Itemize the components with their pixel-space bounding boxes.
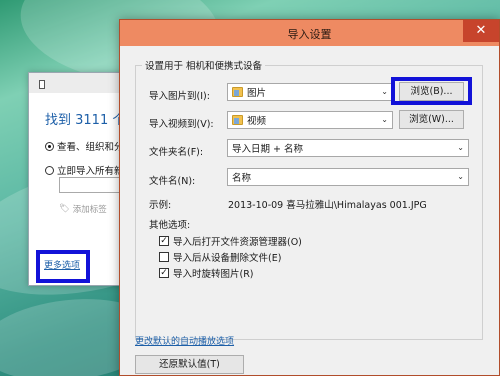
file-name-value: 名称 [232, 173, 252, 184]
settings-group-label: 设置用于 相机和便携式设备 [142, 58, 266, 72]
add-tag-label: 添加标签 [72, 205, 107, 215]
more-options-link[interactable]: 更多选项 [44, 258, 80, 271]
chevron-down-icon: ⌄ [381, 87, 388, 96]
checkbox-checked[interactable]: ✓ [159, 268, 169, 278]
browse-button-highlight [391, 77, 472, 105]
file-name-dropdown[interactable]: 名称 ⌄ [227, 168, 469, 186]
chevron-down-icon: ⌄ [381, 115, 388, 124]
document-icon [39, 80, 45, 89]
videos-folder-icon [232, 115, 243, 125]
radio-review-label: 查看、组织和分 [57, 142, 124, 153]
dialog-title: 导入设置 [287, 28, 332, 41]
found-items-text: 找到 3111 个 [45, 113, 126, 128]
add-tag-row[interactable]: 🏷 添加标签 [59, 203, 107, 215]
other-options-label: 其他选项: [149, 220, 191, 231]
chevron-down-icon: ⌄ [457, 143, 464, 152]
radio-selected-icon[interactable] [45, 141, 54, 151]
pictures-folder-icon [232, 87, 243, 97]
radio-import-all[interactable]: 立即导入所有新 [45, 163, 124, 177]
radio-unselected-icon[interactable] [45, 165, 54, 175]
radio-import-all-label: 立即导入所有新 [57, 166, 124, 177]
change-autoplay-defaults-link[interactable]: 更改默认的自动播放选项 [135, 334, 234, 347]
option-rotate-pictures-label: 导入时旋转图片(R) [173, 269, 254, 280]
example-value: 2013-10-09 喜马拉雅山\Himalayas 001.JPG [228, 200, 427, 211]
import-pictures-label: 导入图片到(I): [149, 91, 210, 102]
file-name-label: 文件名(N): [149, 176, 196, 187]
option-open-explorer-label: 导入后打开文件资源管理器(O) [173, 237, 302, 248]
browse-videos-button[interactable]: 浏览(W)... [399, 110, 464, 129]
example-label: 示例: [149, 200, 172, 211]
dialog-titlebar: 导入设置 ✕ [120, 20, 499, 46]
import-pictures-value: 图片 [247, 88, 267, 99]
folder-name-dropdown[interactable]: 导入日期 + 名称 ⌄ [227, 139, 469, 157]
option-rotate-pictures[interactable]: ✓ 导入时旋转图片(R) [159, 266, 254, 280]
checkbox-checked[interactable]: ✓ [159, 236, 169, 246]
option-delete-after-import[interactable]: 导入后从设备删除文件(E) [159, 250, 281, 264]
chevron-down-icon: ⌄ [457, 172, 464, 181]
radio-review-organize[interactable]: 查看、组织和分 [45, 139, 124, 153]
import-pictures-dropdown[interactable]: 图片 ⌄ [227, 83, 393, 101]
option-delete-after-import-label: 导入后从设备删除文件(E) [173, 253, 282, 264]
import-settings-dialog: 导入设置 ✕ 设置用于 相机和便携式设备 导入图片到(I): 图片 ⌄ 浏览(B… [119, 19, 500, 376]
import-videos-value: 视频 [247, 116, 267, 127]
folder-name-value: 导入日期 + 名称 [232, 144, 303, 155]
folder-name-label: 文件夹名(F): [149, 147, 204, 158]
import-videos-label: 导入视频到(V): [149, 119, 214, 130]
close-button[interactable]: ✕ [463, 20, 499, 42]
tag-icon: 🏷 [59, 204, 70, 214]
checkbox-unchecked[interactable] [159, 252, 169, 262]
restore-defaults-button[interactable]: 还原默认值(T) [135, 355, 244, 374]
import-videos-dropdown[interactable]: 视频 ⌄ [227, 111, 393, 129]
option-open-explorer[interactable]: ✓ 导入后打开文件资源管理器(O) [159, 234, 302, 248]
